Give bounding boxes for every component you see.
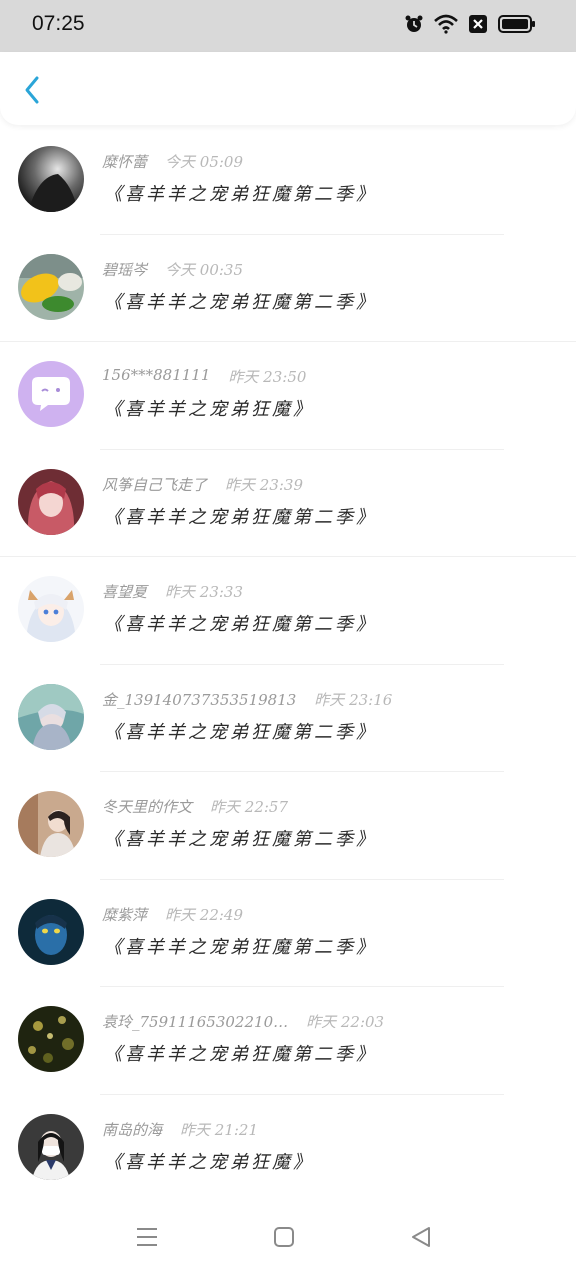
avatar[interactable] bbox=[18, 146, 84, 212]
avatar[interactable] bbox=[18, 253, 84, 320]
list-item[interactable]: 156***881111 昨天 23:50 《喜羊羊之宠弟狂魔》 bbox=[0, 342, 576, 450]
list-item[interactable]: 袁玲_75911165302210… 昨天 22:03 《喜羊羊之宠弟狂魔第二季》 bbox=[0, 987, 576, 1095]
list-item[interactable]: 糜怀蕾 今天 05:09 《喜羊羊之宠弟狂魔第二季》 bbox=[0, 127, 576, 235]
comment-text: 《喜羊羊之宠弟狂魔第二季》 bbox=[104, 936, 377, 958]
avatar[interactable] bbox=[18, 1006, 84, 1072]
comment-text: 《喜羊羊之宠弟狂魔第二季》 bbox=[104, 829, 377, 850]
comment-time: 昨天 22:49 bbox=[165, 905, 244, 924]
avatar[interactable] bbox=[18, 468, 84, 535]
status-time: 07:25 bbox=[32, 12, 85, 35]
user-name[interactable]: 金_139140737353519813 bbox=[102, 689, 296, 710]
alarm-icon bbox=[404, 14, 424, 34]
chevron-left-icon bbox=[25, 76, 39, 104]
user-name[interactable]: 冬天里的作文 bbox=[102, 796, 192, 817]
avatar[interactable] bbox=[18, 898, 84, 965]
back-button[interactable] bbox=[14, 70, 50, 110]
user-name[interactable]: 糜怀蕾 bbox=[102, 151, 147, 172]
comment-time: 今天 00:35 bbox=[165, 260, 244, 279]
home-icon[interactable] bbox=[273, 1226, 295, 1252]
navigation-bar bbox=[0, 1200, 576, 1280]
status-bar: 07:25 bbox=[0, 0, 576, 52]
comment-time: 昨天 23:39 bbox=[225, 475, 304, 494]
user-name[interactable]: 风筝自己飞走了 bbox=[102, 474, 207, 495]
list-item[interactable]: 喜望夏 昨天 23:33 《喜羊羊之宠弟狂魔第二季》 bbox=[0, 557, 576, 665]
comment-time: 昨天 23:33 bbox=[165, 583, 244, 601]
comment-time: 今天 05:09 bbox=[165, 153, 244, 171]
status-icons bbox=[404, 14, 536, 34]
avatar[interactable] bbox=[18, 1113, 84, 1180]
comment-text: 《喜羊羊之宠弟狂魔》 bbox=[104, 1151, 314, 1173]
comment-text: 《喜羊羊之宠弟狂魔第二季》 bbox=[104, 291, 377, 313]
header bbox=[0, 52, 576, 125]
comment-list: 糜怀蕾 今天 05:09 《喜羊羊之宠弟狂魔第二季》 碧瑶岑 今天 00:35 《喜… bbox=[0, 127, 576, 1202]
comment-text: 《喜羊羊之宠弟狂魔第二季》 bbox=[104, 184, 377, 205]
list-item[interactable]: 糜紫萍 昨天 22:49 《喜羊羊之宠弟狂魔第二季》 bbox=[0, 880, 576, 988]
avatar[interactable] bbox=[18, 361, 84, 427]
battery-icon bbox=[498, 14, 536, 34]
user-name[interactable]: 喜望夏 bbox=[102, 581, 147, 602]
avatar[interactable] bbox=[18, 791, 84, 857]
comment-text: 《喜羊羊之宠弟狂魔第二季》 bbox=[104, 614, 377, 635]
user-name[interactable]: 糜紫萍 bbox=[102, 904, 147, 925]
user-name[interactable]: 南岛的海 bbox=[102, 1119, 162, 1140]
comment-text: 《喜羊羊之宠弟狂魔》 bbox=[104, 399, 314, 420]
back-triangle-icon[interactable] bbox=[410, 1226, 432, 1252]
list-item[interactable]: 金_139140737353519813 昨天 23:16 《喜羊羊之宠弟狂魔第二… bbox=[0, 665, 576, 773]
menu-icon[interactable] bbox=[136, 1226, 158, 1252]
avatar[interactable] bbox=[18, 576, 84, 642]
sim-disabled-icon bbox=[468, 14, 488, 34]
list-item[interactable]: 风筝自己飞走了 昨天 23:39 《喜羊羊之宠弟狂魔第二季》 bbox=[0, 450, 576, 558]
avatar[interactable] bbox=[18, 683, 84, 750]
comment-text: 《喜羊羊之宠弟狂魔第二季》 bbox=[104, 721, 377, 743]
list-item[interactable]: 冬天里的作文 昨天 22:57 《喜羊羊之宠弟狂魔第二季》 bbox=[0, 772, 576, 880]
list-item[interactable]: 南岛的海 昨天 21:21 《喜羊羊之宠弟狂魔》 bbox=[0, 1095, 576, 1203]
wifi-icon bbox=[434, 14, 458, 34]
comment-text: 《喜羊羊之宠弟狂魔第二季》 bbox=[104, 506, 377, 528]
user-name[interactable]: 156***881111 bbox=[102, 366, 210, 387]
comment-time: 昨天 22:57 bbox=[210, 798, 289, 816]
comment-time: 昨天 22:03 bbox=[306, 1013, 385, 1031]
comment-time: 昨天 23:50 bbox=[228, 368, 307, 386]
user-name[interactable]: 袁玲_75911165302210… bbox=[102, 1011, 288, 1032]
comment-time: 昨天 21:21 bbox=[180, 1120, 259, 1139]
user-name[interactable]: 碧瑶岑 bbox=[102, 259, 147, 280]
comment-text: 《喜羊羊之宠弟狂魔第二季》 bbox=[104, 1044, 377, 1065]
list-item[interactable]: 碧瑶岑 今天 00:35 《喜羊羊之宠弟狂魔第二季》 bbox=[0, 235, 576, 343]
comment-time: 昨天 23:16 bbox=[314, 690, 393, 709]
